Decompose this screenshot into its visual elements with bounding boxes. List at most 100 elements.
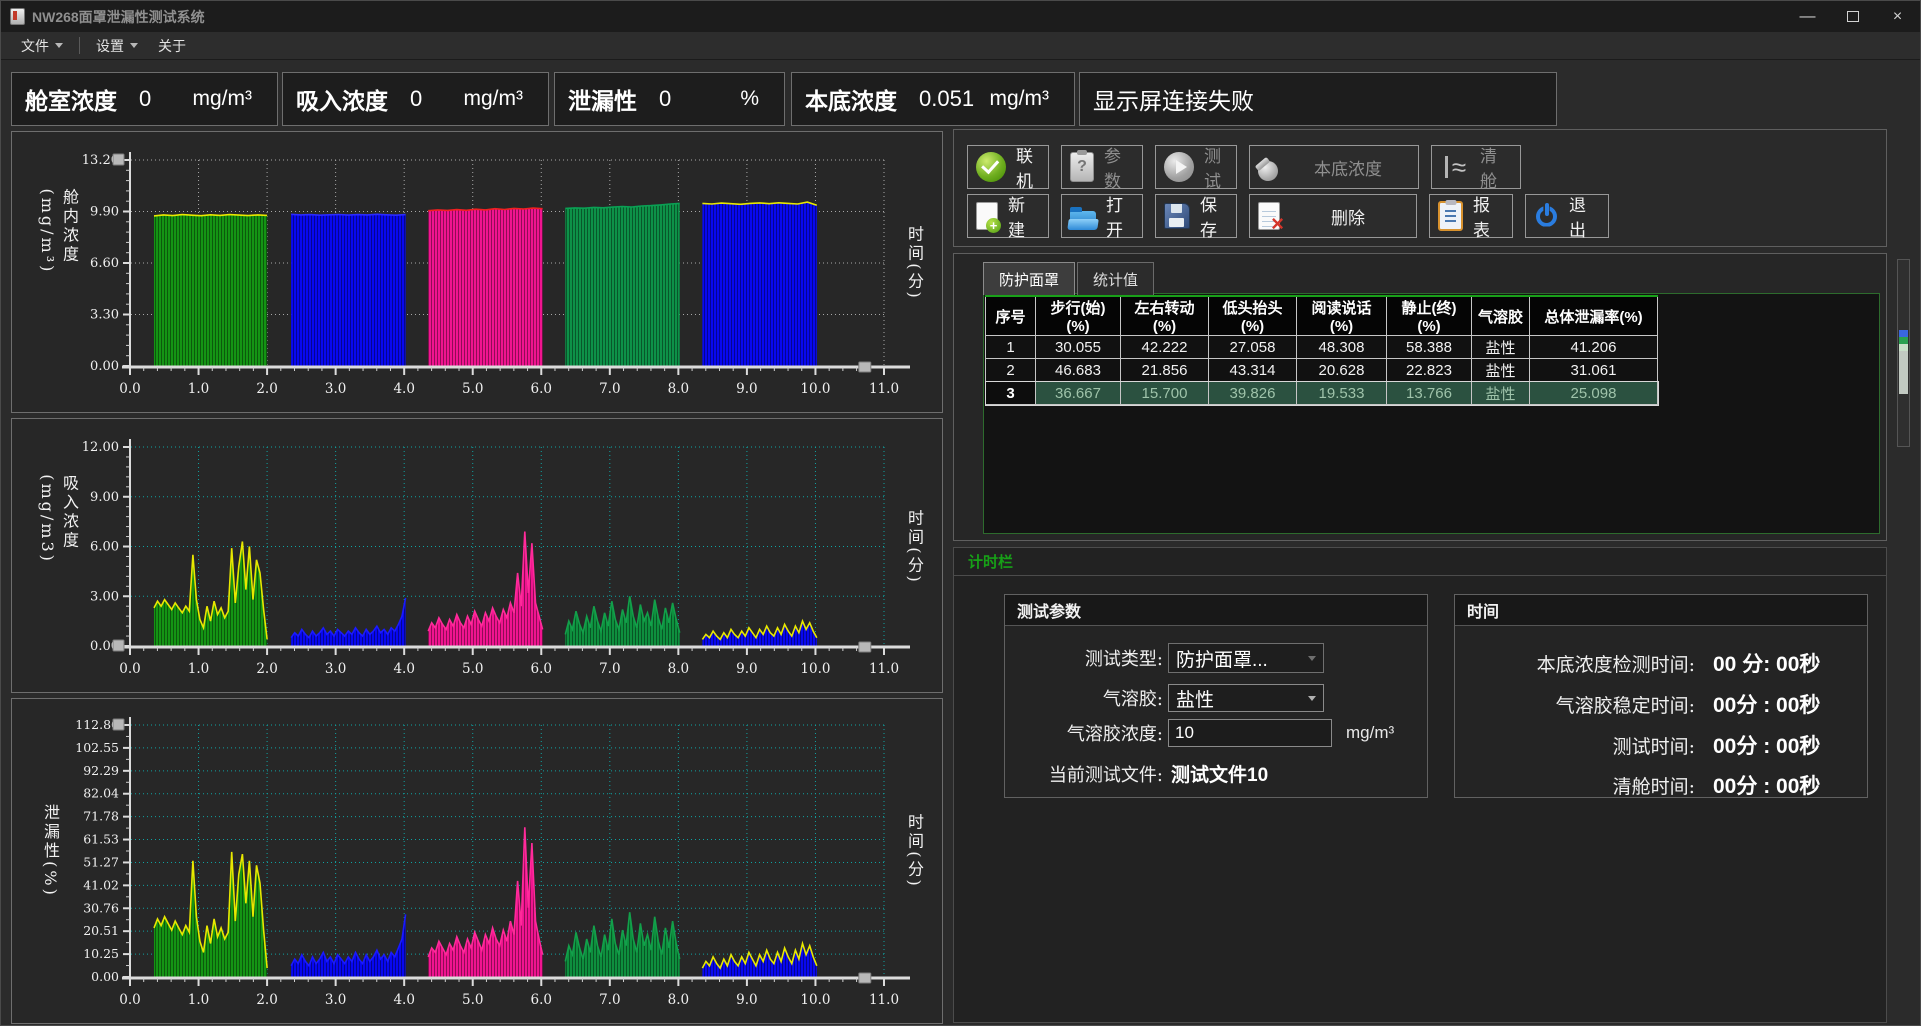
status-baseline-value: 0.051 (919, 86, 974, 112)
time-row-0-value: 00 分: 00秒 (1713, 648, 1820, 678)
svg-text:9.0: 9.0 (736, 381, 757, 397)
table-row[interactable]: 130.05542.22227.05848.30858.388盐性41.206 (986, 336, 1658, 359)
svg-text:0.0: 0.0 (119, 381, 140, 397)
table-cell: 21.856 (1121, 359, 1209, 382)
time-panel-title: 时间 (1455, 595, 1867, 626)
time-row-3-value: 00分 : 00秒 (1713, 770, 1820, 800)
column-header: 总体泄漏率(%) (1530, 296, 1658, 336)
toolbar-row-1: 联机参数测试 本底浓度 清舱 (967, 145, 1886, 189)
table-row[interactable]: 336.66715.70039.82619.53313.766盐性25.098 (986, 382, 1658, 405)
menu-file[interactable]: 文件 (11, 33, 73, 59)
svg-text:11.0: 11.0 (869, 381, 899, 397)
new-button-label: 新建 (998, 191, 1048, 241)
tab-bar: 防护面罩统计值 (983, 262, 1156, 295)
baseline-button[interactable]: 本底浓度 (1249, 145, 1419, 189)
status-row: 舱室浓度0mg/m³吸入浓度0mg/m³泄漏性0%本底浓度0.051mg/m³显… (11, 72, 1557, 126)
maximize-icon (1847, 11, 1859, 22)
svg-text:41.02: 41.02 (83, 877, 119, 892)
scrollbar-mark-blue (1899, 330, 1908, 337)
aerosol-select[interactable]: 盐性 (1168, 684, 1324, 712)
svg-text:2.0: 2.0 (256, 661, 277, 677)
table-head: 序号步行(始)(%)左右转动(%)低头抬头(%)阅读说话(%)静止(终)(%)气… (986, 296, 1658, 336)
scrollbar-mark-light (1899, 344, 1908, 351)
svg-text:4.0: 4.0 (393, 661, 414, 677)
report-icon (1438, 201, 1463, 231)
maximize-button[interactable] (1830, 1, 1875, 32)
save-icon (1164, 203, 1190, 229)
svg-text:3.0: 3.0 (325, 381, 346, 397)
svg-text:7.0: 7.0 (599, 992, 620, 1008)
scrollbar-mark-green (1899, 337, 1908, 344)
table-cell: 3 (986, 382, 1036, 405)
y-axis-title: 泄漏性(%) (38, 804, 62, 898)
delete-button[interactable]: 删除 (1249, 194, 1417, 238)
close-button[interactable]: × (1875, 1, 1920, 32)
status-leakage-unit: % (740, 87, 759, 111)
baseline-button-label: 本底浓度 (1304, 155, 1392, 180)
connect-button-label: 联机 (1006, 142, 1048, 192)
svg-text:1.0: 1.0 (188, 661, 209, 677)
svg-text:6.0: 6.0 (531, 381, 552, 397)
svg-text:10.25: 10.25 (83, 946, 119, 961)
time-row-2: 测试时间:00分 : 00秒 (1455, 730, 1867, 760)
table-cell: 15.700 (1121, 382, 1209, 405)
tab-stats[interactable]: 统计值 (1077, 262, 1154, 295)
exit-button[interactable]: 退出 (1525, 194, 1609, 238)
chevron-down-icon (1308, 656, 1316, 661)
time-row-1: 气溶胶稳定时间:00分 : 00秒 (1455, 689, 1867, 719)
status-baseline-unit: mg/m³ (990, 87, 1050, 111)
delete-icon (1258, 202, 1280, 230)
scrollbar-thumb[interactable] (1899, 330, 1908, 394)
report-button[interactable]: 报表 (1429, 194, 1513, 238)
menu-about[interactable]: 关于 (148, 33, 196, 59)
svg-text:20.51: 20.51 (83, 923, 119, 938)
clean-button[interactable]: 清舱 (1431, 145, 1521, 189)
params-button[interactable]: 参数 (1061, 145, 1143, 189)
side-scrollbar[interactable] (1897, 259, 1910, 447)
svg-text:3.30: 3.30 (90, 308, 119, 323)
svg-text:10.0: 10.0 (800, 661, 830, 677)
aerosol-concentration-input[interactable] (1168, 719, 1332, 747)
results-table: 序号步行(始)(%)左右转动(%)低头抬头(%)阅读说话(%)静止(终)(%)气… (985, 295, 1658, 405)
aerosol-concentration-unit: mg/m³ (1346, 723, 1394, 743)
status-inhale-value: 0 (410, 86, 422, 112)
time-row-1-label: 气溶胶稳定时间: (1455, 691, 1695, 718)
delete-button-label: 删除 (1321, 204, 1375, 229)
svg-text:3.00: 3.00 (90, 589, 119, 604)
svg-text:61.53: 61.53 (83, 832, 119, 847)
svg-text:1.0: 1.0 (188, 381, 209, 397)
table-cell: 盐性 (1472, 382, 1530, 405)
svg-text:9.90: 9.90 (90, 205, 119, 220)
minimize-button[interactable]: — (1785, 1, 1830, 32)
test-type-select[interactable]: 防护面罩... (1168, 643, 1324, 673)
current-file-value: 测试文件10 (1171, 760, 1268, 787)
new-button[interactable]: 新建 (967, 194, 1049, 238)
tab-mask[interactable]: 防护面罩 (983, 262, 1075, 295)
clean-button-label: 清舱 (1470, 142, 1520, 192)
time-axis-title: 时间(分) (902, 509, 926, 584)
table-cell: 27.058 (1209, 336, 1297, 359)
leakage-chart: 0.01.02.03.04.05.06.07.08.09.010.011.011… (11, 698, 943, 1024)
table-cell: 30.055 (1036, 336, 1121, 359)
table-cell: 36.667 (1036, 382, 1121, 405)
open-button[interactable]: 打开 (1061, 194, 1143, 238)
svg-text:1.0: 1.0 (188, 992, 209, 1008)
svg-text:9.00: 9.00 (90, 490, 119, 505)
connect-button[interactable]: 联机 (967, 145, 1049, 189)
svg-text:10.0: 10.0 (800, 992, 830, 1008)
status-inhale: 吸入浓度0mg/m³ (282, 72, 549, 126)
status-message: 显示屏连接失败 (1093, 82, 1254, 116)
svg-text:7.0: 7.0 (599, 661, 620, 677)
time-row-3-label: 清舱时间: (1455, 772, 1695, 799)
check-icon (976, 152, 1006, 182)
open-button-label: 打开 (1096, 191, 1142, 241)
test-button[interactable]: 测试 (1155, 145, 1237, 189)
chevron-down-icon (55, 43, 63, 48)
chevron-down-icon (130, 43, 138, 48)
table-row[interactable]: 246.68321.85643.31420.62822.823盐性31.061 (986, 359, 1658, 382)
play-icon (1164, 152, 1194, 182)
save-button[interactable]: 保存 (1155, 194, 1237, 238)
timer-group-label: 计时栏 (968, 551, 1013, 572)
menu-settings[interactable]: 设置 (86, 33, 148, 59)
status-inhale-unit: mg/m³ (464, 87, 524, 111)
